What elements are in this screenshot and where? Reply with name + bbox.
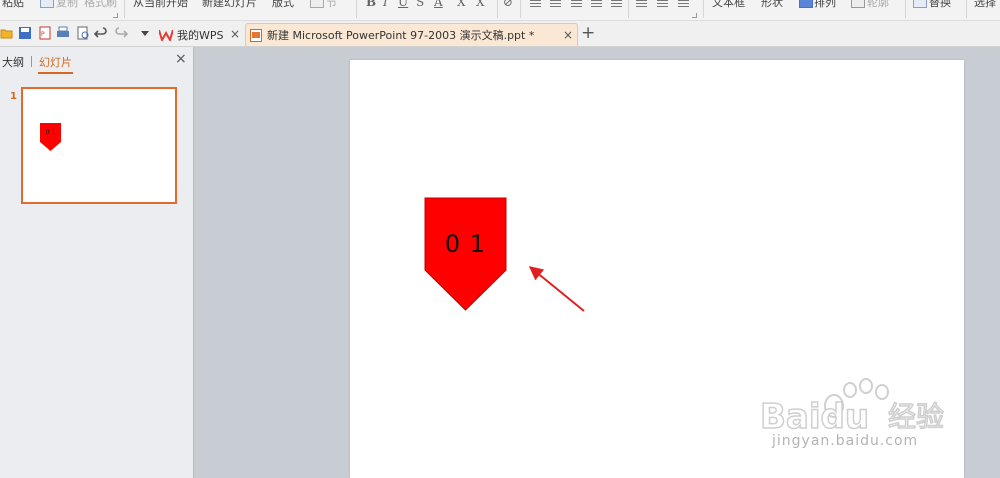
tab-my-wps[interactable]: 我的WPS ×	[156, 23, 244, 46]
open-folder-icon[interactable]	[0, 26, 14, 40]
customize-dropdown-icon[interactable]	[138, 26, 152, 40]
annotation-arrow	[528, 266, 585, 312]
watermark-brand: Baidu	[760, 397, 869, 437]
thumbnail-shape-label: 0 1	[46, 129, 56, 136]
pane-tabs: 大纲 幻灯片 ×	[0, 47, 193, 74]
save-icon[interactable]	[18, 26, 32, 40]
ribbon-divider	[966, 0, 967, 18]
bullets-icon[interactable]	[678, 0, 689, 8]
format-painter-button[interactable]: 格式刷	[84, 0, 117, 10]
ribbon-divider	[628, 0, 629, 18]
clear-format-icon[interactable]: ⊘	[503, 0, 513, 9]
layout-button[interactable]: 版式	[272, 0, 294, 10]
arrange-button[interactable]: 排列	[814, 0, 836, 10]
ribbon: 粘贴 复制 格式刷 从当前开始 新建幻灯片 版式 节 B I U S A X X…	[0, 0, 1000, 21]
undo-icon[interactable]	[94, 26, 108, 40]
clipboard-launcher-icon[interactable]	[113, 13, 118, 18]
tab-document[interactable]: 新建 Microsoft PowerPoint 97-2003 演示文稿.ppt…	[245, 23, 578, 46]
replace-button[interactable]: 替换	[929, 0, 951, 10]
subscript-icon[interactable]: X	[476, 0, 485, 9]
ribbon-divider	[905, 0, 906, 18]
section-button[interactable]: 节	[326, 0, 337, 10]
ribbon-divider	[520, 0, 521, 18]
line-spacing-icon[interactable]	[636, 0, 647, 8]
print-icon[interactable]	[56, 26, 70, 40]
bold-icon[interactable]: B	[366, 0, 376, 9]
close-pane-icon[interactable]: ×	[175, 51, 187, 67]
play-from-current-button[interactable]: 从当前开始	[133, 0, 188, 10]
slide-number: 1	[10, 91, 17, 102]
underline-icon[interactable]: U	[398, 0, 408, 9]
redo-icon[interactable]	[114, 26, 128, 40]
align-left-icon[interactable]	[530, 0, 541, 8]
replace-icon	[913, 0, 927, 8]
thumbnail-canvas: 0 1	[40, 123, 61, 151]
slide-thumbnail[interactable]: 0 1	[21, 87, 177, 204]
slide-pane: 大纲 幻灯片 × 1 0 1	[0, 47, 194, 478]
ribbon-divider	[703, 0, 704, 18]
distribute-icon[interactable]	[611, 0, 622, 8]
wps-logo-icon	[159, 29, 173, 41]
print-preview-icon[interactable]	[76, 26, 90, 40]
shapes-button[interactable]: 形状	[761, 0, 783, 10]
italic-icon[interactable]: I	[383, 0, 388, 9]
paste-button[interactable]: 粘贴	[2, 0, 24, 10]
superscript-icon[interactable]: X	[457, 0, 466, 9]
strikethrough-icon[interactable]: S	[416, 0, 424, 9]
new-tab-button[interactable]: +	[581, 23, 595, 43]
font-color-icon[interactable]: A	[434, 0, 443, 9]
thumbnail-shape	[40, 123, 61, 151]
watermark-url: jingyan.baidu.com	[772, 433, 919, 449]
ribbon-divider	[497, 0, 498, 18]
align-center-icon[interactable]	[550, 0, 561, 8]
outline-icon	[851, 0, 865, 8]
tab-my-wps-label: 我的WPS	[177, 28, 224, 42]
justify-icon[interactable]	[591, 0, 602, 8]
copy-icon	[40, 0, 54, 8]
select-button[interactable]: 选择	[974, 0, 996, 10]
tab-document-label: 新建 Microsoft PowerPoint 97-2003 演示文稿.ppt…	[267, 29, 535, 42]
outline-button[interactable]: 轮廓	[867, 0, 889, 10]
tab-slides[interactable]: 幻灯片	[38, 54, 73, 74]
document-tab-bar: P 我的WPS × 新建 Microsoft PowerPoint 97-200…	[0, 21, 1000, 47]
tab-outline[interactable]: 大纲	[2, 54, 24, 70]
watermark-cn: 经验	[888, 400, 944, 433]
ppt-file-icon	[250, 28, 262, 42]
paragraph-launcher-icon[interactable]	[692, 13, 697, 18]
ribbon-divider	[356, 0, 357, 18]
shape-label: 0 1	[445, 230, 486, 258]
export-pdf-icon[interactable]: P	[38, 26, 52, 40]
svg-text:P: P	[41, 31, 45, 38]
new-slide-button[interactable]: 新建幻灯片	[202, 0, 257, 10]
text-box-button[interactable]: 文本框	[712, 0, 745, 10]
close-tab-icon[interactable]: ×	[563, 28, 573, 42]
ribbon-divider	[124, 0, 125, 18]
pane-tab-divider	[31, 56, 32, 67]
align-right-icon[interactable]	[571, 0, 582, 8]
section-icon	[310, 0, 324, 8]
paragraph-spacing-icon[interactable]	[657, 0, 668, 8]
copy-button[interactable]: 复制	[56, 0, 78, 10]
arrange-icon	[799, 0, 813, 8]
close-tab-icon[interactable]: ×	[230, 27, 240, 41]
